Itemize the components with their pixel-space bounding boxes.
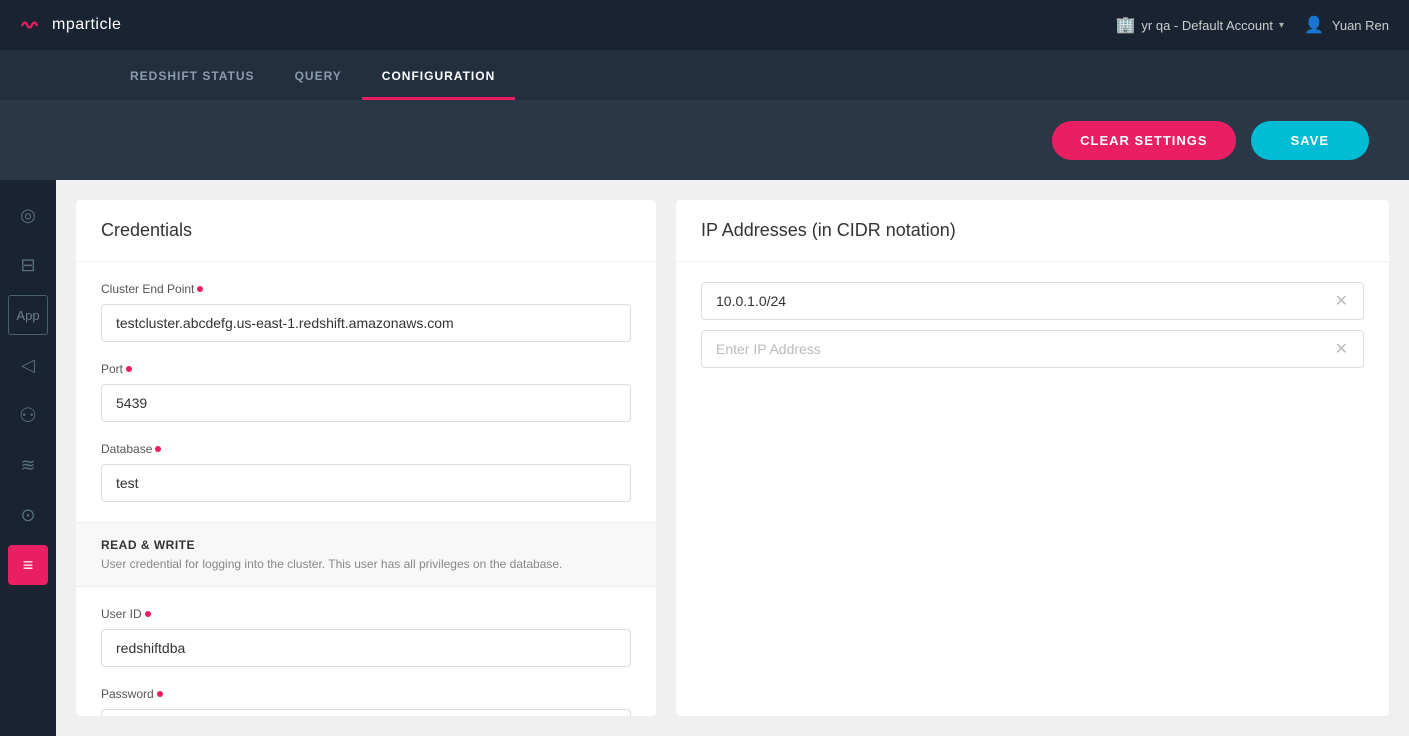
user-icon: 👤	[1304, 15, 1324, 35]
main-layout: ◎ ⊟ App ◁ ⚇ ≋ ⊙ ≡ Credentials	[0, 180, 1409, 736]
ip-clear-button-0[interactable]: ✕	[1330, 291, 1353, 311]
password-label: Password	[101, 687, 631, 701]
sidebar-item-send[interactable]: ◁	[8, 345, 48, 385]
sidebar-item-waves[interactable]: ≋	[8, 445, 48, 485]
app-icon: App	[16, 308, 39, 323]
secondary-navigation: REDSHIFT STATUS QUERY CONFIGURATION	[0, 50, 1409, 100]
account-name: yr qa - Default Account	[1141, 18, 1273, 33]
sidebar-item-layers[interactable]: ⊟	[8, 245, 48, 285]
password-field: Password RESET 🔒	[101, 687, 631, 716]
layers-icon: ⊟	[20, 255, 35, 276]
sidebar-item-app[interactable]: App	[8, 295, 48, 335]
required-indicator	[145, 611, 151, 617]
ip-clear-button-new[interactable]: ✕	[1330, 339, 1353, 359]
port-input[interactable]	[101, 384, 631, 422]
database-input[interactable]	[101, 464, 631, 502]
ip-entry-0: ✕	[701, 282, 1364, 320]
port-field: Port	[101, 362, 631, 422]
content-area: Credentials Cluster End Point Port	[56, 180, 1409, 736]
sidebar-item-analytics[interactable]: ◎	[8, 195, 48, 235]
logo-icon	[20, 13, 44, 37]
cluster-endpoint-input[interactable]	[101, 304, 631, 342]
tab-redshift-status[interactable]: REDSHIFT STATUS	[110, 55, 275, 100]
logo-text: mparticle	[52, 16, 121, 34]
chevron-down-icon: ▾	[1279, 20, 1284, 31]
action-bar: CLEAR SETTINGS SAVE	[0, 100, 1409, 180]
user-id-label: User ID	[101, 607, 631, 621]
logo-area: mparticle	[20, 13, 121, 37]
required-indicator	[155, 446, 161, 452]
read-write-description: User credential for logging into the clu…	[101, 557, 631, 571]
database-label: Database	[101, 442, 631, 456]
ip-addresses-card-title: IP Addresses (in CIDR notation)	[676, 200, 1389, 262]
waves-icon: ≋	[20, 455, 35, 476]
read-write-title: READ & WRITE	[101, 538, 631, 552]
top-navigation: mparticle 🏢 yr qa - Default Account ▾ 👤 …	[0, 0, 1409, 50]
credentials-card-body: Cluster End Point Port Database	[76, 262, 656, 716]
building-icon: 🏢	[1116, 15, 1136, 35]
password-input[interactable]	[101, 709, 631, 716]
save-button[interactable]: SAVE	[1251, 121, 1369, 160]
password-field-wrapper: RESET 🔒	[101, 709, 631, 716]
required-indicator	[157, 691, 163, 697]
read-write-section: READ & WRITE User credential for logging…	[76, 522, 656, 587]
users-icon: ⚇	[19, 403, 37, 428]
port-label: Port	[101, 362, 631, 376]
ip-entry-new: ✕	[701, 330, 1364, 368]
output-icon: ⊙	[20, 505, 35, 526]
credentials-card-title: Credentials	[76, 200, 656, 262]
required-indicator	[126, 366, 132, 372]
credentials-card: Credentials Cluster End Point Port	[76, 200, 656, 716]
user-id-input[interactable]	[101, 629, 631, 667]
list-icon: ≡	[23, 555, 34, 576]
sidebar-item-output[interactable]: ⊙	[8, 495, 48, 535]
cluster-endpoint-label: Cluster End Point	[101, 282, 631, 296]
user-name: Yuan Ren	[1332, 18, 1389, 33]
logo[interactable]: mparticle	[20, 13, 121, 37]
database-field: Database	[101, 442, 631, 502]
send-icon: ◁	[21, 355, 35, 376]
sidebar: ◎ ⊟ App ◁ ⚇ ≋ ⊙ ≡	[0, 180, 56, 736]
ip-address-input-new[interactable]	[716, 331, 1330, 367]
sidebar-item-users[interactable]: ⚇	[8, 395, 48, 435]
account-selector[interactable]: 🏢 yr qa - Default Account ▾	[1116, 15, 1284, 35]
tab-query[interactable]: QUERY	[275, 55, 362, 100]
sidebar-item-list[interactable]: ≡	[8, 545, 48, 585]
topnav-right: 🏢 yr qa - Default Account ▾ 👤 Yuan Ren	[1116, 15, 1390, 35]
user-info: 👤 Yuan Ren	[1304, 15, 1389, 35]
analytics-icon: ◎	[20, 205, 36, 226]
ip-address-input-0[interactable]	[716, 283, 1330, 319]
ip-addresses-card: IP Addresses (in CIDR notation) ✕ ✕	[676, 200, 1389, 716]
ip-addresses-card-body: ✕ ✕	[676, 262, 1389, 398]
required-indicator	[197, 286, 203, 292]
user-id-field: User ID	[101, 607, 631, 667]
tab-configuration[interactable]: CONFIGURATION	[362, 55, 515, 100]
cluster-endpoint-field: Cluster End Point	[101, 282, 631, 342]
clear-settings-button[interactable]: CLEAR SETTINGS	[1052, 121, 1235, 160]
